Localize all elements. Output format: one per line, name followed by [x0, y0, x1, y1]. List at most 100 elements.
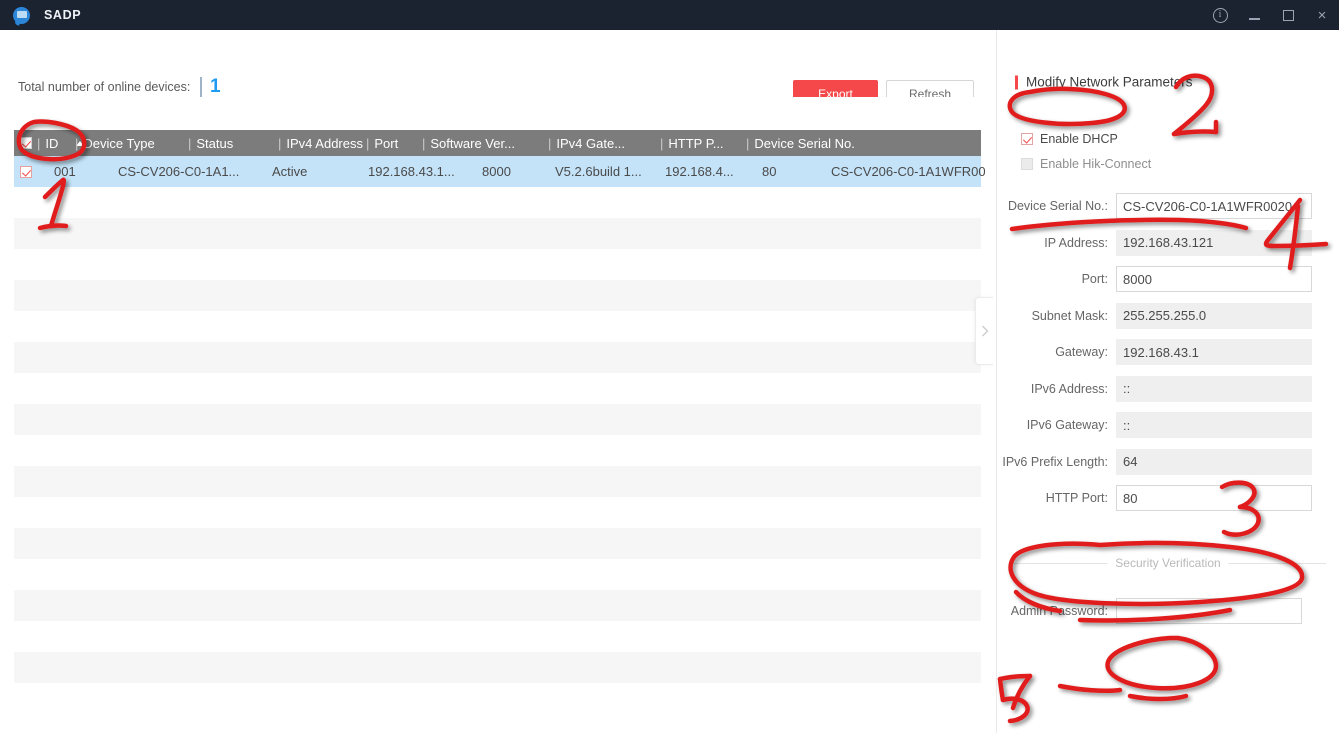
- row-status: Active: [272, 164, 307, 179]
- table-row[interactable]: [14, 249, 981, 280]
- column-header-ipv4-address[interactable]: |IPv4 Address: [278, 130, 366, 156]
- maximize-button[interactable]: [1271, 0, 1305, 30]
- row-software-version: V5.2.6build 1...: [555, 164, 642, 179]
- device-table: |ID|Device Type|Status|IPv4 Address|Port…: [0, 97, 996, 733]
- field-input-http-port[interactable]: 80: [1116, 485, 1312, 511]
- column-header-label: IPv4 Address: [286, 136, 363, 151]
- field-row-subnet-mask: Subnet Mask:255.255.255.0: [997, 303, 1339, 329]
- device-list-pane: Total number of online devices: 1 Export…: [0, 30, 996, 733]
- field-input-port[interactable]: 8000: [1116, 266, 1312, 292]
- field-input-gateway: 192.168.43.1: [1116, 339, 1312, 365]
- column-divider: |: [188, 136, 191, 151]
- admin-password-label: Admin Password:: [997, 604, 1116, 618]
- enable-hik-connect-label: Enable Hik-Connect: [1040, 157, 1151, 171]
- minimize-icon: [1249, 18, 1260, 19]
- checkbox-checked-icon[interactable]: [1021, 133, 1033, 145]
- field-label-http-port: HTTP Port:: [997, 491, 1116, 505]
- column-header-ipv4-gate[interactable]: | IPv4 Gate...: [548, 130, 660, 156]
- table-row[interactable]: [14, 404, 981, 435]
- field-label-ipv6-prefix-length: IPv6 Prefix Length:: [997, 455, 1116, 469]
- field-label-ip-address: IP Address:: [997, 236, 1116, 250]
- column-header-status[interactable]: | Status: [188, 130, 278, 156]
- field-row-port: Port:8000: [997, 266, 1339, 292]
- field-label-ipv6-address: IPv6 Address:: [997, 382, 1116, 396]
- field-label-ipv6-gateway: IPv6 Gateway:: [997, 418, 1116, 432]
- table-row[interactable]: [14, 187, 981, 218]
- table-row[interactable]: [14, 435, 981, 466]
- table-row[interactable]: [14, 528, 981, 559]
- window-controls: i ×: [1203, 0, 1339, 30]
- total-devices-label: Total number of online devices:: [18, 80, 190, 94]
- app-title: SADP: [44, 8, 81, 22]
- maximize-icon: [1283, 10, 1294, 21]
- column-header-id[interactable]: |ID: [37, 130, 75, 156]
- table-row[interactable]: [14, 621, 981, 652]
- admin-password-row: Admin Password:: [997, 598, 1339, 624]
- table-row[interactable]: [14, 559, 981, 590]
- column-divider: |: [278, 136, 281, 151]
- row-id: 001: [54, 164, 76, 179]
- chevron-right-icon[interactable]: [975, 297, 993, 365]
- field-input-ip-address: 192.168.43.121: [1116, 230, 1312, 256]
- row-ipv4-gateway: 192.168.4...: [665, 164, 734, 179]
- table-row[interactable]: [14, 342, 981, 373]
- column-header-label: ID: [45, 136, 58, 151]
- row-port: 8000: [482, 164, 511, 179]
- field-input-device-serial-no[interactable]: CS-CV206-C0-1A1WFR0020: [1116, 193, 1312, 219]
- field-row-http-port: HTTP Port:80: [997, 485, 1339, 511]
- table-row[interactable]: [14, 373, 981, 404]
- row-device-type: CS-CV206-C0-1A1...: [118, 164, 239, 179]
- admin-password-input[interactable]: [1116, 598, 1302, 624]
- field-row-gateway: Gateway:192.168.43.1: [997, 339, 1339, 365]
- column-divider: |: [366, 136, 369, 151]
- column-header-port[interactable]: | Port: [366, 130, 422, 156]
- field-input-ipv6-gateway: ::: [1116, 412, 1312, 438]
- table-header-row: |ID|Device Type|Status|IPv4 Address|Port…: [14, 130, 981, 156]
- column-header-label: Device Serial No.: [754, 136, 854, 151]
- column-header-device-type[interactable]: | Device Type: [75, 130, 188, 156]
- table-row[interactable]: [14, 683, 981, 714]
- table-row[interactable]: [14, 652, 981, 683]
- close-icon: ×: [1318, 8, 1327, 23]
- close-button[interactable]: ×: [1305, 0, 1339, 30]
- enable-dhcp-checkbox-row[interactable]: Enable DHCP: [1021, 132, 1118, 146]
- field-row-ipv6-prefix-length: IPv6 Prefix Length:64: [997, 449, 1339, 475]
- column-header-http-p[interactable]: | HTTP P...: [660, 130, 746, 156]
- enable-hik-connect-checkbox-row[interactable]: Enable Hik-Connect: [1021, 157, 1151, 171]
- table-row[interactable]: [14, 497, 981, 528]
- row-checkbox[interactable]: [20, 166, 32, 178]
- checkbox-unchecked-icon[interactable]: [1021, 158, 1033, 170]
- table-row[interactable]: 001 CS-CV206-C0-1A1... Active 192.168.43.1.…: [14, 156, 981, 187]
- title-bar: SADP i ×: [0, 0, 1339, 30]
- field-input-ipv6-address: ::: [1116, 376, 1312, 402]
- column-header-label: IPv4 Gate...: [556, 136, 625, 151]
- table-body: [14, 156, 981, 716]
- table-row[interactable]: [14, 311, 981, 342]
- security-verification-title: Security Verification: [1107, 556, 1228, 570]
- total-divider: [200, 77, 202, 98]
- table-row[interactable]: [14, 466, 981, 497]
- field-input-subnet-mask: 255.255.255.0: [1116, 303, 1312, 329]
- row-ipv4-address: 192.168.43.1...: [368, 164, 455, 179]
- column-header-software-ver[interactable]: |Software Ver...: [422, 130, 548, 156]
- column-header-device-serial-no[interactable]: |Device Serial No.: [746, 130, 832, 156]
- modify-network-parameters-panel: Modify Network Parameters Enable DHCP En…: [996, 30, 1339, 733]
- column-divider: |: [746, 136, 749, 151]
- table-row[interactable]: [14, 218, 981, 249]
- toolbar: Total number of online devices: 1 Export…: [0, 30, 996, 97]
- column-header-label: HTTP P...: [668, 136, 723, 151]
- column-header-label: Port: [374, 136, 398, 151]
- total-devices-count: 1: [210, 76, 221, 98]
- column-divider: |: [548, 136, 551, 151]
- info-icon: i: [1213, 8, 1228, 23]
- table-row[interactable]: [14, 280, 981, 311]
- panel-title-accent-bar: [1015, 75, 1018, 89]
- select-all-checkbox[interactable]: [20, 137, 32, 149]
- table-row[interactable]: [14, 590, 981, 621]
- row-device-serial-no: CS-CV206-C0-1A1WFR00: [831, 164, 986, 179]
- column-header-label: Status: [196, 136, 233, 151]
- panel-title-label: Modify Network Parameters: [1026, 75, 1193, 90]
- column-header-label: Device Type: [83, 136, 154, 151]
- info-button[interactable]: i: [1203, 0, 1237, 30]
- minimize-button[interactable]: [1237, 0, 1271, 30]
